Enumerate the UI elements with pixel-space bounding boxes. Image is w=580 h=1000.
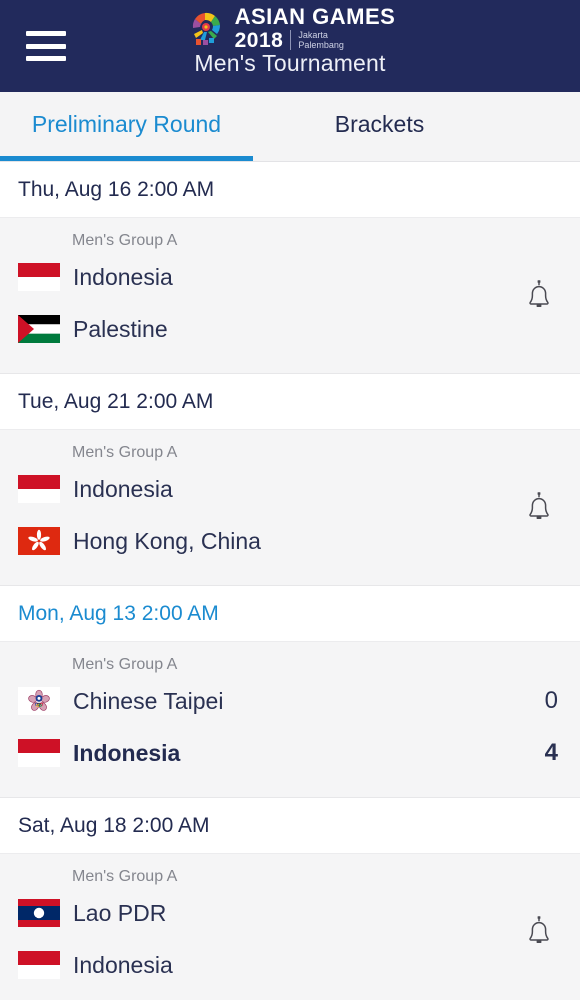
team-name: Indonesia	[73, 739, 181, 766]
flag-chinese-taipei-icon	[18, 687, 60, 715]
team-flag	[18, 951, 60, 979]
team-name: Lao PDR	[73, 899, 167, 926]
team-row: Indonesia	[0, 251, 580, 303]
notification-bell-button[interactable]	[524, 491, 554, 525]
flag-lao-pdr-icon	[18, 899, 60, 927]
team-row: Indonesia	[0, 939, 580, 991]
match-date-header: Sat, Aug 18 2:00 AM	[0, 798, 580, 854]
notification-bell-button[interactable]	[524, 279, 554, 313]
match-group-label: Men's Group A	[72, 444, 178, 461]
hamburger-bar	[26, 56, 66, 61]
asian-games-logo: ASIAN GAMES 2018 Jakarta Palembang	[185, 3, 396, 52]
flag-indonesia-icon	[18, 951, 60, 979]
bell-icon[interactable]	[524, 491, 554, 525]
bell-icon[interactable]	[524, 279, 554, 313]
flag-indonesia-icon	[18, 475, 60, 503]
team-flag	[18, 687, 60, 715]
team-flag	[18, 263, 60, 291]
team-name: Chinese Taipei	[73, 687, 224, 714]
logo-city-jakarta: Jakarta	[298, 30, 328, 40]
match-group-label: Men's Group A	[72, 656, 178, 673]
team-row: Chinese Taipei 0	[0, 675, 580, 727]
flag-hong-kong-icon	[18, 527, 60, 555]
match-card[interactable]: Men's Group A Indonesia Palestine	[0, 218, 580, 374]
match-card[interactable]: Men's Group A Chinese Taipei 0 Indonesia 4	[0, 642, 580, 798]
logo-asian-games-text: ASIAN GAMES	[234, 3, 396, 29]
team-score: 0	[544, 687, 558, 714]
match-date-header: Mon, Aug 13 2:00 AM	[0, 586, 580, 642]
logo-wordmark: ASIAN GAMES 2018 Jakarta Palembang	[234, 3, 396, 52]
flag-palestine-icon	[18, 315, 60, 343]
team-row: Indonesia 4	[0, 727, 580, 779]
app-header: ASIAN GAMES 2018 Jakarta Palembang Men's…	[0, 0, 580, 92]
notification-bell-button[interactable]	[524, 915, 554, 949]
team-name: Palestine	[73, 315, 168, 342]
flag-indonesia-icon	[18, 263, 60, 291]
team-name: Indonesia	[73, 263, 173, 290]
logo-city-palembang: Palembang	[298, 40, 344, 50]
page-title: Men's Tournament	[194, 50, 386, 76]
logo-year-text: 2018	[234, 28, 284, 52]
match-date-header: Thu, Aug 16 2:00 AM	[0, 162, 580, 218]
match-date-header: Tue, Aug 21 2:00 AM	[0, 374, 580, 430]
team-name: Indonesia	[73, 475, 173, 502]
hamburger-bar	[26, 43, 66, 49]
hamburger-bar	[26, 31, 66, 36]
tab-bar: Preliminary Round Brackets	[0, 92, 580, 162]
hamburger-menu-icon[interactable]	[26, 31, 66, 61]
tab-label: Preliminary Round	[31, 111, 222, 137]
tab-label: Brackets	[334, 111, 425, 137]
team-flag	[18, 475, 60, 503]
bell-icon[interactable]	[524, 915, 554, 949]
tab-preliminary-round[interactable]: Preliminary Round	[0, 92, 253, 161]
team-flag	[18, 527, 60, 555]
match-list: Thu, Aug 16 2:00 AM Men's Group A Indonesi…	[0, 162, 580, 1000]
asian-games-schedule-app: ASIAN GAMES 2018 Jakarta Palembang Men's…	[0, 0, 580, 1000]
match-card[interactable]: Men's Group A Lao PDR Indonesia	[0, 854, 580, 1000]
match-group-label: Men's Group A	[72, 232, 178, 249]
match-group-label: Men's Group A	[72, 868, 178, 885]
asian-games-emblem-icon	[192, 12, 220, 45]
team-flag	[18, 899, 60, 927]
team-row: Indonesia	[0, 463, 580, 515]
team-row: Palestine	[0, 303, 580, 355]
tab-brackets[interactable]: Brackets	[253, 92, 506, 161]
match-card[interactable]: Men's Group A Indonesia Hong Kong, China	[0, 430, 580, 586]
team-flag	[18, 315, 60, 343]
logo-divider	[290, 30, 292, 50]
team-score: 4	[544, 739, 558, 766]
team-name: Indonesia	[73, 951, 173, 978]
team-name: Hong Kong, China	[73, 527, 261, 554]
team-flag	[18, 739, 60, 767]
flag-indonesia-icon	[18, 739, 60, 767]
team-row: Lao PDR	[0, 887, 580, 939]
team-row: Hong Kong, China	[0, 515, 580, 567]
